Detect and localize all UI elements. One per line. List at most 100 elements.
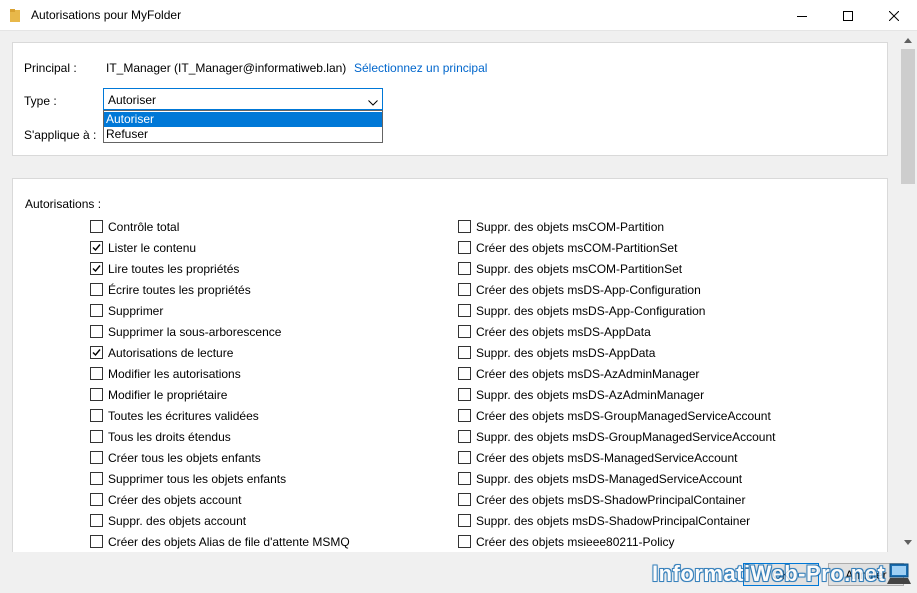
checkmark-icon — [92, 265, 101, 273]
checkmark-icon — [92, 244, 101, 252]
scrollbar-thumb[interactable] — [901, 49, 915, 184]
permission-row[interactable]: Lire toutes les propriétés — [90, 258, 239, 279]
principal-label: Principal : — [24, 61, 77, 75]
scroll-down-arrow-icon[interactable] — [899, 534, 917, 551]
permission-label: Créer des objets msDS-ManagedServiceAcco… — [476, 450, 738, 465]
permission-row[interactable]: Écrire toutes les propriétés — [90, 279, 251, 300]
type-option-refuser[interactable]: Refuser — [104, 127, 382, 142]
permission-label: Tous les droits étendus — [108, 429, 231, 444]
permission-label: Créer des objets msDS-ShadowPrincipalCon… — [476, 492, 746, 507]
permission-row[interactable]: Créer des objets msDS-ShadowPrincipalCon… — [458, 489, 745, 510]
title-bar: Autorisations pour MyFolder — [0, 0, 917, 31]
permission-checkbox[interactable] — [458, 304, 471, 317]
permission-checkbox[interactable] — [458, 241, 471, 254]
permission-row[interactable]: Autorisations de lecture — [90, 342, 233, 363]
permission-row[interactable]: Modifier le propriétaire — [90, 384, 227, 405]
permission-row[interactable]: Suppr. des objets msDS-GroupManagedServi… — [458, 426, 776, 447]
permission-label: Créer des objets msDS-AzAdminManager — [476, 366, 700, 381]
permission-label: Supprimer tous les objets enfants — [108, 471, 287, 486]
permission-row[interactable]: Suppr. des objets msCOM-Partition — [458, 216, 664, 237]
permission-row[interactable]: Créer tous les objets enfants — [90, 447, 261, 468]
permission-checkbox[interactable] — [90, 430, 103, 443]
permission-row[interactable]: Créer des objets msDS-AppData — [458, 321, 651, 342]
permission-checkbox[interactable] — [458, 388, 471, 401]
maximize-icon — [843, 10, 853, 21]
permission-checkbox[interactable] — [458, 220, 471, 233]
permission-checkbox[interactable] — [90, 304, 103, 317]
permission-checkbox[interactable] — [458, 409, 471, 422]
close-icon — [889, 10, 899, 21]
permission-checkbox[interactable] — [90, 493, 103, 506]
watermark-text: InformatiWeb-Pro.net — [652, 561, 886, 586]
permission-row[interactable]: Créer des objets msDS-App-Configuration — [458, 279, 701, 300]
permission-checkbox[interactable] — [90, 367, 103, 380]
permission-label: Créer des objets Alias de file d'attente… — [108, 534, 350, 549]
permission-row[interactable]: Suppr. des objets msDS-App-Configuration — [458, 300, 705, 321]
permission-row[interactable]: Suppr. des objets msDS-ShadowPrincipalCo… — [458, 510, 750, 531]
permission-checkbox[interactable] — [90, 220, 103, 233]
permission-checkbox[interactable] — [458, 262, 471, 275]
permission-checkbox[interactable] — [90, 514, 103, 527]
permission-checkbox[interactable] — [90, 388, 103, 401]
permission-row[interactable]: Créer des objets msieee80211-Policy — [458, 531, 675, 552]
permissions-panel: Autorisations : Contrôle total Lister le … — [12, 178, 888, 558]
permission-label: Suppr. des objets msDS-AzAdminManager — [476, 387, 705, 402]
permission-checkbox[interactable] — [458, 367, 471, 380]
minimize-icon — [797, 15, 807, 17]
permission-row[interactable]: Suppr. des objets msDS-ManagedServiceAcc… — [458, 468, 742, 489]
permission-checkbox[interactable] — [90, 346, 103, 359]
maximize-button[interactable] — [825, 0, 871, 31]
permission-row[interactable]: Suppr. des objets account — [90, 510, 246, 531]
permission-checkbox[interactable] — [90, 283, 103, 296]
permission-checkbox[interactable] — [90, 325, 103, 338]
permission-row[interactable]: Créer des objets msDS-GroupManagedServic… — [458, 405, 771, 426]
permission-row[interactable]: Modifier les autorisations — [90, 363, 241, 384]
permission-row[interactable]: Suppr. des objets msDS-AppData — [458, 342, 655, 363]
applies-to-label: S'applique à : — [24, 128, 97, 142]
permission-label: Créer tous les objets enfants — [108, 450, 261, 465]
permission-label: Suppr. des objets msDS-ManagedServiceAcc… — [476, 471, 743, 486]
permission-row[interactable]: Créer des objets Alias de file d'attente… — [90, 531, 350, 552]
permission-row[interactable]: Créer des objets msDS-ManagedServiceAcco… — [458, 447, 737, 468]
permission-label: Autorisations de lecture — [108, 345, 234, 360]
permission-checkbox[interactable] — [458, 451, 471, 464]
permission-checkbox[interactable] — [458, 514, 471, 527]
permission-row[interactable]: Suppr. des objets msDS-AzAdminManager — [458, 384, 704, 405]
permission-row[interactable]: Supprimer la sous-arborescence — [90, 321, 281, 342]
minimize-button[interactable] — [779, 0, 825, 31]
permission-row[interactable]: Lister le contenu — [90, 237, 196, 258]
permission-checkbox[interactable] — [90, 241, 103, 254]
permission-label: Suppr. des objets account — [108, 513, 247, 528]
permission-checkbox[interactable] — [90, 409, 103, 422]
permission-checkbox[interactable] — [90, 535, 103, 548]
permission-checkbox[interactable] — [90, 472, 103, 485]
permission-row[interactable]: Créer des objets msCOM-PartitionSet — [458, 237, 677, 258]
permission-checkbox[interactable] — [458, 346, 471, 359]
permission-label: Créer des objets msCOM-PartitionSet — [476, 240, 678, 255]
permission-checkbox[interactable] — [458, 430, 471, 443]
permission-row[interactable]: Supprimer tous les objets enfants — [90, 468, 286, 489]
principal-value: IT_Manager (IT_Manager@informatiweb.lan) — [106, 61, 347, 75]
scroll-up-arrow-icon[interactable] — [899, 32, 917, 49]
permission-checkbox[interactable] — [90, 262, 103, 275]
permission-row[interactable]: Toutes les écritures validées — [90, 405, 259, 426]
permission-row[interactable]: Tous les droits étendus — [90, 426, 231, 447]
permission-checkbox[interactable] — [458, 325, 471, 338]
permission-checkbox[interactable] — [458, 535, 471, 548]
permission-row[interactable]: Créer des objets msDS-AzAdminManager — [458, 363, 699, 384]
permission-label: Suppr. des objets msDS-App-Configuration — [476, 303, 706, 318]
type-select[interactable]: Autoriser — [103, 88, 383, 110]
permission-row[interactable]: Contrôle total — [90, 216, 179, 237]
vertical-scrollbar[interactable] — [899, 31, 917, 552]
permission-checkbox[interactable] — [458, 472, 471, 485]
permission-row[interactable]: Supprimer — [90, 300, 163, 321]
permission-checkbox[interactable] — [458, 283, 471, 296]
select-principal-link[interactable]: Sélectionnez un principal — [354, 61, 487, 75]
permission-row[interactable]: Suppr. des objets msCOM-PartitionSet — [458, 258, 682, 279]
type-option-autoriser[interactable]: Autoriser — [104, 112, 382, 127]
close-button[interactable] — [871, 0, 917, 31]
permission-row[interactable]: Créer des objets account — [90, 489, 241, 510]
permission-checkbox[interactable] — [90, 451, 103, 464]
permission-label: Suppr. des objets msDS-AppData — [476, 345, 656, 360]
permission-checkbox[interactable] — [458, 493, 471, 506]
